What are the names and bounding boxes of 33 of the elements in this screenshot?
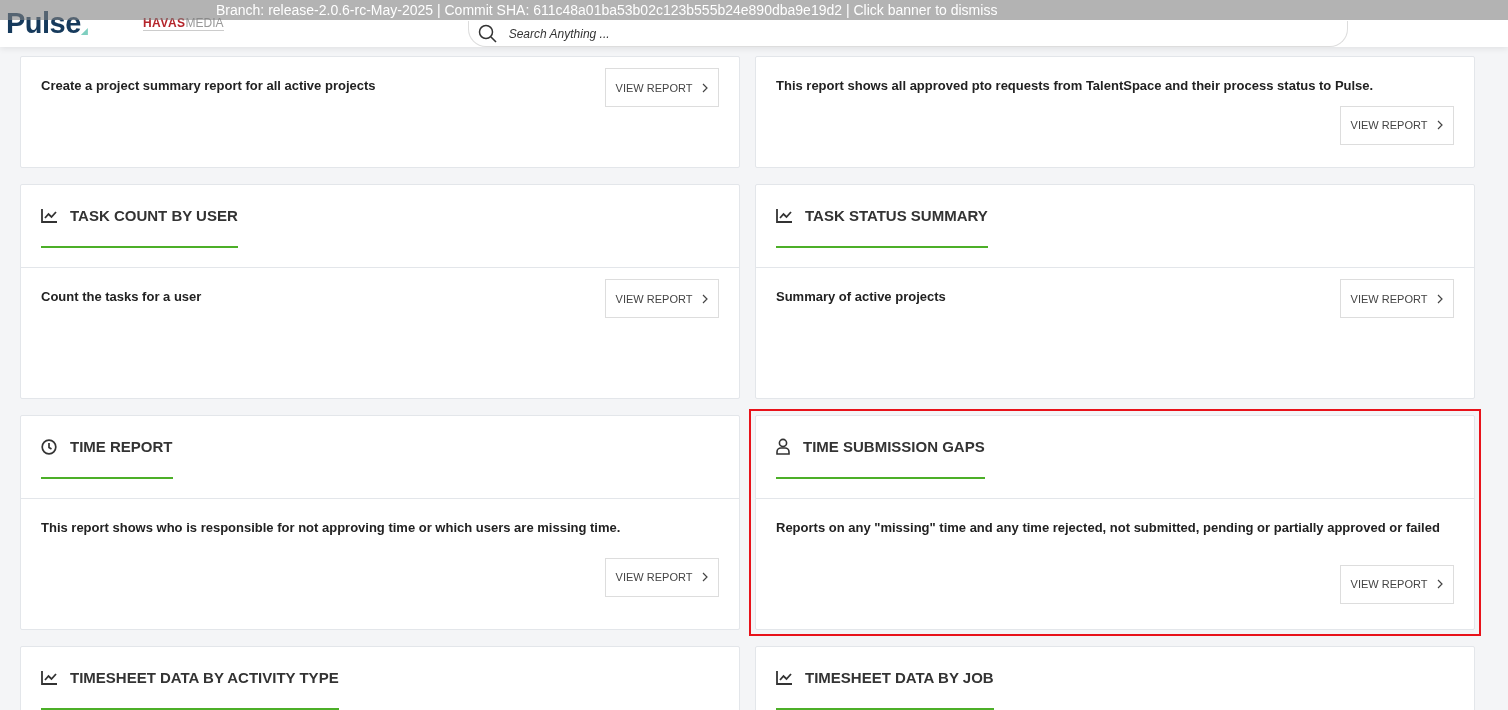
search-field[interactable]: Search Anything ... bbox=[467, 21, 1348, 47]
brand-logo: HAVASMEDIA bbox=[142, 16, 224, 31]
chevron-icon bbox=[702, 572, 709, 582]
card-title: TIME REPORT bbox=[70, 438, 173, 455]
card-title: TIMESHEET DATA BY ACTIVITY TYPE bbox=[70, 669, 339, 686]
line-chart-icon bbox=[776, 670, 792, 685]
report-description: Reports on any "missing" time and any time rejected, not submitted, pending or partially approved or failed bbox=[776, 520, 1440, 535]
view-report-button[interactable]: VIEW REPORT bbox=[1340, 105, 1454, 145]
view-report-button[interactable]: VIEW REPORT bbox=[605, 557, 719, 597]
card-title: TASK STATUS SUMMARY bbox=[805, 207, 988, 224]
line-chart-icon bbox=[776, 208, 792, 223]
report-description: This report shows all approved pto requests from TalentSpace and their process status to Pulse. bbox=[776, 78, 1374, 93]
report-description: Create a project summary report for all active projects bbox=[41, 78, 376, 93]
report-description: Summary of active projects bbox=[776, 289, 946, 304]
report-description: Count the tasks for a user bbox=[41, 289, 202, 304]
view-report-button[interactable]: VIEW REPORT bbox=[605, 68, 719, 107]
line-chart-icon bbox=[41, 208, 57, 223]
view-report-button[interactable]: VIEW REPORT bbox=[1340, 564, 1454, 604]
line-chart-icon bbox=[41, 670, 57, 685]
card-title: TASK COUNT BY USER bbox=[70, 207, 238, 224]
view-report-button[interactable]: VIEW REPORT bbox=[605, 279, 719, 318]
chevron-icon bbox=[702, 82, 709, 93]
card-title: TIME SUBMISSION GAPS bbox=[803, 438, 985, 455]
report-description: This report shows who is responsible for not approving time or which users are missing time. bbox=[41, 520, 621, 535]
chevron-icon bbox=[1437, 293, 1444, 304]
chevron-icon bbox=[702, 293, 709, 304]
card-title: TIMESHEET DATA BY JOB bbox=[805, 669, 994, 686]
person-icon bbox=[776, 438, 790, 455]
chevron-icon bbox=[1437, 579, 1444, 589]
search-icon bbox=[477, 24, 498, 44]
view-report-button[interactable]: VIEW REPORT bbox=[1340, 279, 1454, 318]
chevron-icon bbox=[1437, 120, 1444, 130]
clock-icon bbox=[41, 438, 57, 455]
